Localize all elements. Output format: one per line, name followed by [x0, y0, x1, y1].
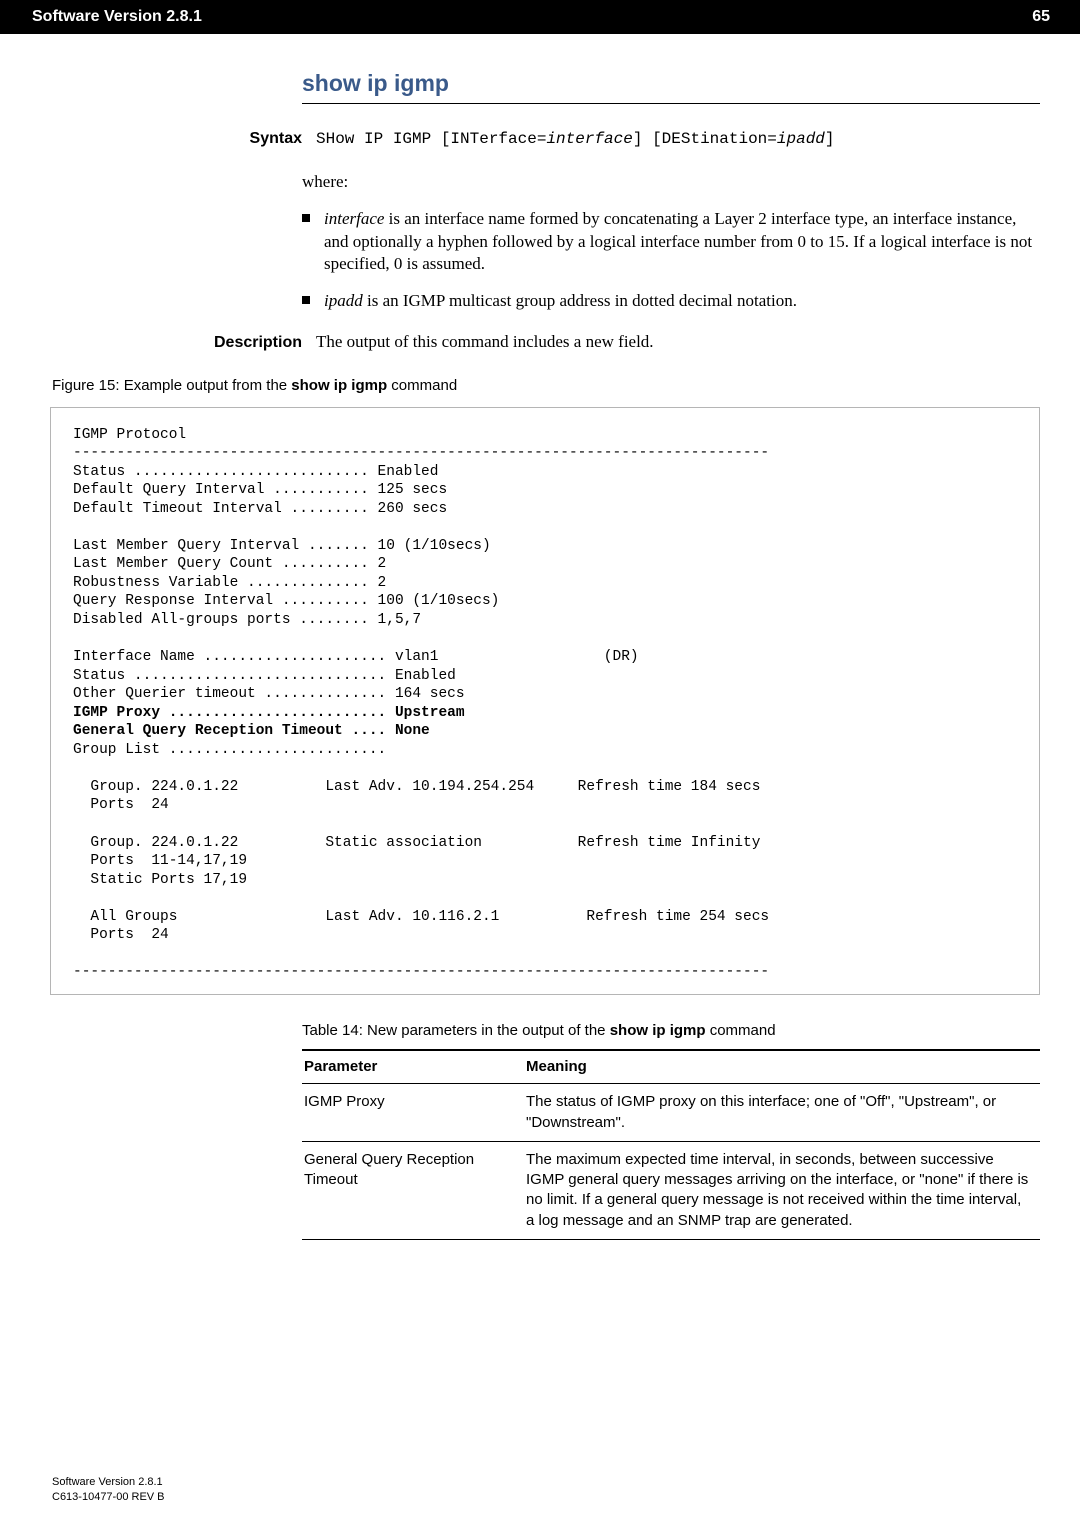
- term-line: Static Ports 17,19: [73, 872, 247, 888]
- table-header-row: Parameter Meaning: [302, 1050, 1040, 1084]
- description-row: Description The output of this command i…: [182, 331, 1040, 354]
- caption-text: Table 14: New parameters in the output o…: [302, 1022, 610, 1039]
- term-line: Ports 11-14,17,19: [73, 853, 247, 869]
- term-line: Last Member Query Interval ....... 10 (1…: [73, 538, 491, 554]
- term-line-bold: General Query Reception Timeout .... Non…: [73, 723, 430, 739]
- term-line: Group List .........................: [73, 742, 386, 758]
- table-row: General Query Reception Timeout The maxi…: [302, 1141, 1040, 1239]
- syntax-var-interface: interface: [546, 130, 632, 148]
- list-item: ipadd is an IGMP multicast group address…: [324, 290, 1040, 313]
- term-line: Status ............................. Ena…: [73, 668, 456, 684]
- footer-line1: Software Version 2.8.1: [52, 1475, 165, 1489]
- content-body: show ip igmp Syntax SHow IP IGMP [INTerf…: [0, 34, 1080, 354]
- syntax-label: Syntax: [226, 128, 302, 150]
- description-label: Description: [182, 332, 302, 354]
- caption-text: command: [706, 1022, 776, 1039]
- syntax-var-ipadd: ipadd: [777, 130, 825, 148]
- term-line: Disabled All-groups ports ........ 1,5,7: [73, 612, 421, 628]
- term-line: ----------------------------------------…: [73, 445, 769, 461]
- term-line: Last Member Query Count .......... 2: [73, 556, 386, 572]
- term-line-bold: IGMP Proxy ......................... Ups…: [73, 705, 465, 721]
- table-row: IGMP Proxy The status of IGMP proxy on t…: [302, 1084, 1040, 1142]
- term-line: Status ........................... Enabl…: [73, 464, 438, 480]
- th-meaning: Meaning: [524, 1050, 1040, 1084]
- term-line: Group. 224.0.1.22 Last Adv. 10.194.254.2…: [73, 779, 760, 795]
- header-page-number: 65: [1032, 6, 1050, 28]
- term-line: Ports 24: [73, 927, 169, 943]
- term-line: Group. 224.0.1.22 Static association Ref…: [73, 835, 760, 851]
- where-label: where:: [302, 171, 1040, 194]
- description-text: The output of this command includes a ne…: [316, 331, 654, 354]
- heading-rule: [302, 103, 1040, 104]
- bullet-text: is an interface name formed by concatena…: [324, 209, 1032, 274]
- term-line: Query Response Interval .......... 100 (…: [73, 593, 499, 609]
- td-parameter: IGMP Proxy: [302, 1084, 524, 1142]
- td-meaning: The status of IGMP proxy on this interfa…: [524, 1084, 1040, 1142]
- terminal-output-box: IGMP Protocol --------------------------…: [50, 407, 1040, 995]
- term-line: ----------------------------------------…: [73, 964, 769, 980]
- header-title: Software Version 2.8.1: [32, 6, 202, 28]
- td-meaning: The maximum expected time interval, in s…: [524, 1141, 1040, 1239]
- bullet-var: ipadd: [324, 291, 363, 310]
- syntax-row: Syntax SHow IP IGMP [INTerface=interface…: [226, 128, 1040, 151]
- term-line: Other Querier timeout .............. 164…: [73, 686, 465, 702]
- syntax-text: ]: [825, 130, 835, 148]
- page-footer: Software Version 2.8.1 C613-10477-00 REV…: [52, 1475, 165, 1504]
- table-section: Table 14: New parameters in the output o…: [0, 1021, 1080, 1240]
- list-item: interface is an interface name formed by…: [324, 208, 1040, 277]
- caption-bold: show ip igmp: [610, 1022, 706, 1039]
- syntax-text: ] [DEStination=: [633, 130, 777, 148]
- syntax-text: SHow IP IGMP [INTerface=: [316, 130, 546, 148]
- term-line: All Groups Last Adv. 10.116.2.1 Refresh …: [73, 909, 769, 925]
- term-line: IGMP Protocol: [73, 427, 186, 443]
- term-line: Default Timeout Interval ......... 260 s…: [73, 501, 447, 517]
- td-parameter: General Query Reception Timeout: [302, 1141, 524, 1239]
- caption-text: command: [387, 377, 457, 394]
- caption-text: Figure 15: Example output from the: [52, 377, 291, 394]
- bullet-var: interface: [324, 209, 384, 228]
- term-line: Default Query Interval ........... 125 s…: [73, 482, 447, 498]
- th-parameter: Parameter: [302, 1050, 524, 1084]
- parameters-table: Parameter Meaning IGMP Proxy The status …: [302, 1049, 1040, 1240]
- section-heading: show ip igmp: [302, 68, 1040, 99]
- footer-line2: C613-10477-00 REV B: [52, 1490, 165, 1504]
- term-line: Interface Name ..................... vla…: [73, 649, 639, 665]
- term-line: Ports 24: [73, 797, 169, 813]
- syntax-command: SHow IP IGMP [INTerface=interface] [DESt…: [316, 129, 835, 151]
- page-header: Software Version 2.8.1 65: [0, 0, 1080, 34]
- figure-caption: Figure 15: Example output from the show …: [52, 376, 1080, 396]
- syntax-bullet-list: interface is an interface name formed by…: [302, 208, 1040, 314]
- caption-bold: show ip igmp: [291, 377, 387, 394]
- bullet-text: is an IGMP multicast group address in do…: [363, 291, 797, 310]
- table-caption: Table 14: New parameters in the output o…: [302, 1021, 1040, 1041]
- term-line: Robustness Variable .............. 2: [73, 575, 386, 591]
